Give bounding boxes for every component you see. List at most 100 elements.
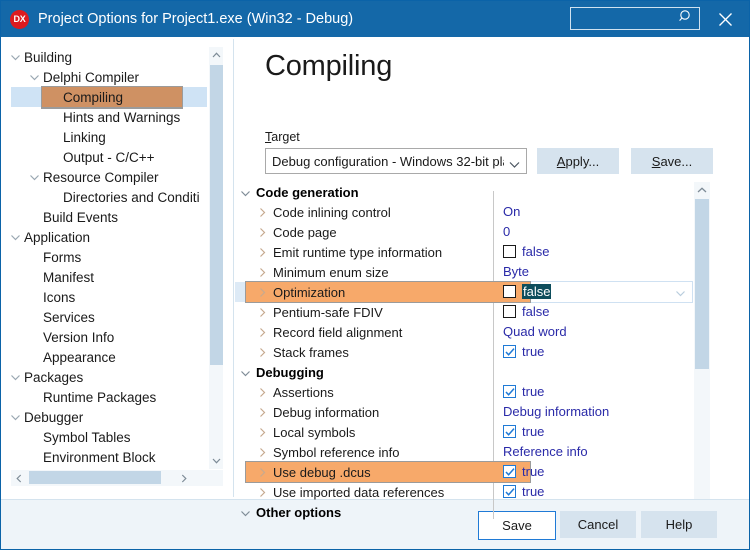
options-grid[interactable]: Code generationCode inlining controlOnCo… [235,182,693,527]
sidebar-item-forms[interactable]: Forms [11,247,207,267]
option-row-pentium-safe-fdiv[interactable]: Pentium-safe FDIVfalse [235,302,693,322]
checkbox-checked-icon[interactable] [503,385,516,398]
sidebar-item-application[interactable]: Application [11,227,207,247]
sidebar-item-icons[interactable]: Icons [11,287,207,307]
chevron-down-icon[interactable] [29,171,41,183]
save-config-button[interactable]: Save... [631,148,713,174]
scroll-left-icon[interactable] [11,470,27,486]
target-combo[interactable]: Debug configuration - Windows 32-bit pla… [265,148,527,174]
sidebar-item-directories-and-conditi[interactable]: Directories and Conditi [11,187,207,207]
tree-hscroll-thumb[interactable] [29,471,161,484]
option-value[interactable]: On [503,204,520,219]
options-vertical-scrollbar[interactable] [694,182,710,527]
tree-horizontal-scrollbar[interactable] [11,470,223,486]
sidebar-item-services[interactable]: Services [11,307,207,327]
sidebar-item-compiling[interactable]: Compiling [11,87,207,107]
sidebar-item-version-info[interactable]: Version Info [11,327,207,347]
option-value[interactable]: true [503,344,544,359]
sidebar-item-symbol-tables[interactable]: Symbol Tables [11,427,207,447]
option-value[interactable]: Byte [503,264,529,279]
checkbox-checked-icon[interactable] [503,425,516,438]
chevron-down-icon[interactable] [11,411,22,423]
sidebar-item-delphi-compiler[interactable]: Delphi Compiler [11,67,207,87]
sidebar-item-hints-and-warnings[interactable]: Hints and Warnings [11,107,207,127]
checkbox-checked-icon[interactable] [503,345,516,358]
checkbox-checked-icon[interactable] [503,485,516,498]
chevron-down-icon[interactable] [240,367,251,378]
sidebar-item-manifest[interactable]: Manifest [11,267,207,287]
search-input[interactable] [575,10,683,29]
chevron-right-icon[interactable] [257,466,268,477]
checkbox-unchecked-icon[interactable] [503,305,516,318]
chevron-right-icon[interactable] [257,426,268,437]
apply-button[interactable]: Apply... [537,148,619,174]
chevron-down-icon[interactable] [11,231,22,243]
chevron-down-icon[interactable] [240,187,251,198]
chevron-down-icon[interactable] [240,507,251,518]
sidebar-item-resource-compiler[interactable]: Resource Compiler [11,167,207,187]
option-value[interactable]: false [503,284,551,299]
option-row-use-debug-dcus[interactable]: Use debug .dcustrue [235,462,693,482]
option-value[interactable]: true [503,384,544,399]
options-scroll-thumb[interactable] [695,199,709,369]
option-row-local-symbols[interactable]: Local symbolstrue [235,422,693,442]
tree-vertical-scrollbar[interactable] [208,47,223,469]
option-group-code-generation[interactable]: Code generation [235,182,693,202]
chevron-right-icon[interactable] [257,286,268,297]
option-row-code-inlining-control[interactable]: Code inlining controlOn [235,202,693,222]
chevron-right-icon[interactable] [257,226,268,237]
sidebar-item-output-c-c[interactable]: Output - C/C++ [11,147,207,167]
sidebar-item-runtime-packages[interactable]: Runtime Packages [11,387,207,407]
chevron-down-icon[interactable] [675,287,686,302]
options-tree[interactable]: BuildingDelphi CompilerCompilingHints an… [11,47,207,469]
option-row-debug-information[interactable]: Debug informationDebug information [235,402,693,422]
sidebar-item-appearance[interactable]: Appearance [11,347,207,367]
chevron-right-icon[interactable] [257,206,268,217]
scroll-up-icon[interactable] [209,47,223,63]
option-value[interactable]: Debug information [503,404,609,419]
chevron-right-icon[interactable] [257,406,268,417]
option-value[interactable]: false [503,304,549,319]
chevron-right-icon[interactable] [257,246,268,257]
option-row-emit-runtime-type-information[interactable]: Emit runtime type informationfalse [235,242,693,262]
option-value[interactable]: true [503,464,544,479]
checkbox-unchecked-icon[interactable] [503,285,516,298]
option-group-debugging[interactable]: Debugging [235,362,693,382]
scroll-down-icon[interactable] [209,453,223,469]
cancel-button[interactable]: Cancel [560,511,636,538]
chevron-right-icon[interactable] [257,266,268,277]
chevron-down-icon[interactable] [11,371,22,383]
sidebar-item-debugger[interactable]: Debugger [11,407,207,427]
chevron-right-icon[interactable] [257,486,268,497]
sidebar-item-packages[interactable]: Packages [11,367,207,387]
checkbox-unchecked-icon[interactable] [503,245,516,258]
option-row-optimization[interactable]: Optimizationfalse [235,282,693,302]
checkbox-checked-icon[interactable] [503,465,516,478]
tree-scroll-thumb[interactable] [210,65,223,365]
save-button[interactable]: Save [478,511,556,540]
chevron-right-icon[interactable] [257,446,268,457]
chevron-right-icon[interactable] [257,306,268,317]
sidebar-item-building[interactable]: Building [11,47,207,67]
option-value[interactable]: 0 [503,224,510,239]
scroll-right-icon[interactable] [176,470,192,486]
close-button[interactable] [711,6,739,32]
option-row-record-field-alignment[interactable]: Record field alignmentQuad word [235,322,693,342]
search-box[interactable] [570,7,700,30]
sidebar-item-environment-block[interactable]: Environment Block [11,447,207,467]
sidebar-item-build-events[interactable]: Build Events [11,207,207,227]
option-value[interactable]: true [503,484,544,499]
chevron-down-icon[interactable] [11,51,22,63]
option-value[interactable]: false [503,244,549,259]
option-value[interactable]: Reference info [503,444,588,459]
chevron-down-icon[interactable] [29,71,41,83]
help-button[interactable]: Help [641,511,717,538]
option-row-minimum-enum-size[interactable]: Minimum enum sizeByte [235,262,693,282]
chevron-right-icon[interactable] [257,386,268,397]
option-row-symbol-reference-info[interactable]: Symbol reference infoReference info [235,442,693,462]
option-row-assertions[interactable]: Assertionstrue [235,382,693,402]
option-value[interactable]: Quad word [503,324,567,339]
option-value[interactable]: true [503,424,544,439]
options-scroll-up-icon[interactable] [694,182,710,198]
option-row-code-page[interactable]: Code page0 [235,222,693,242]
